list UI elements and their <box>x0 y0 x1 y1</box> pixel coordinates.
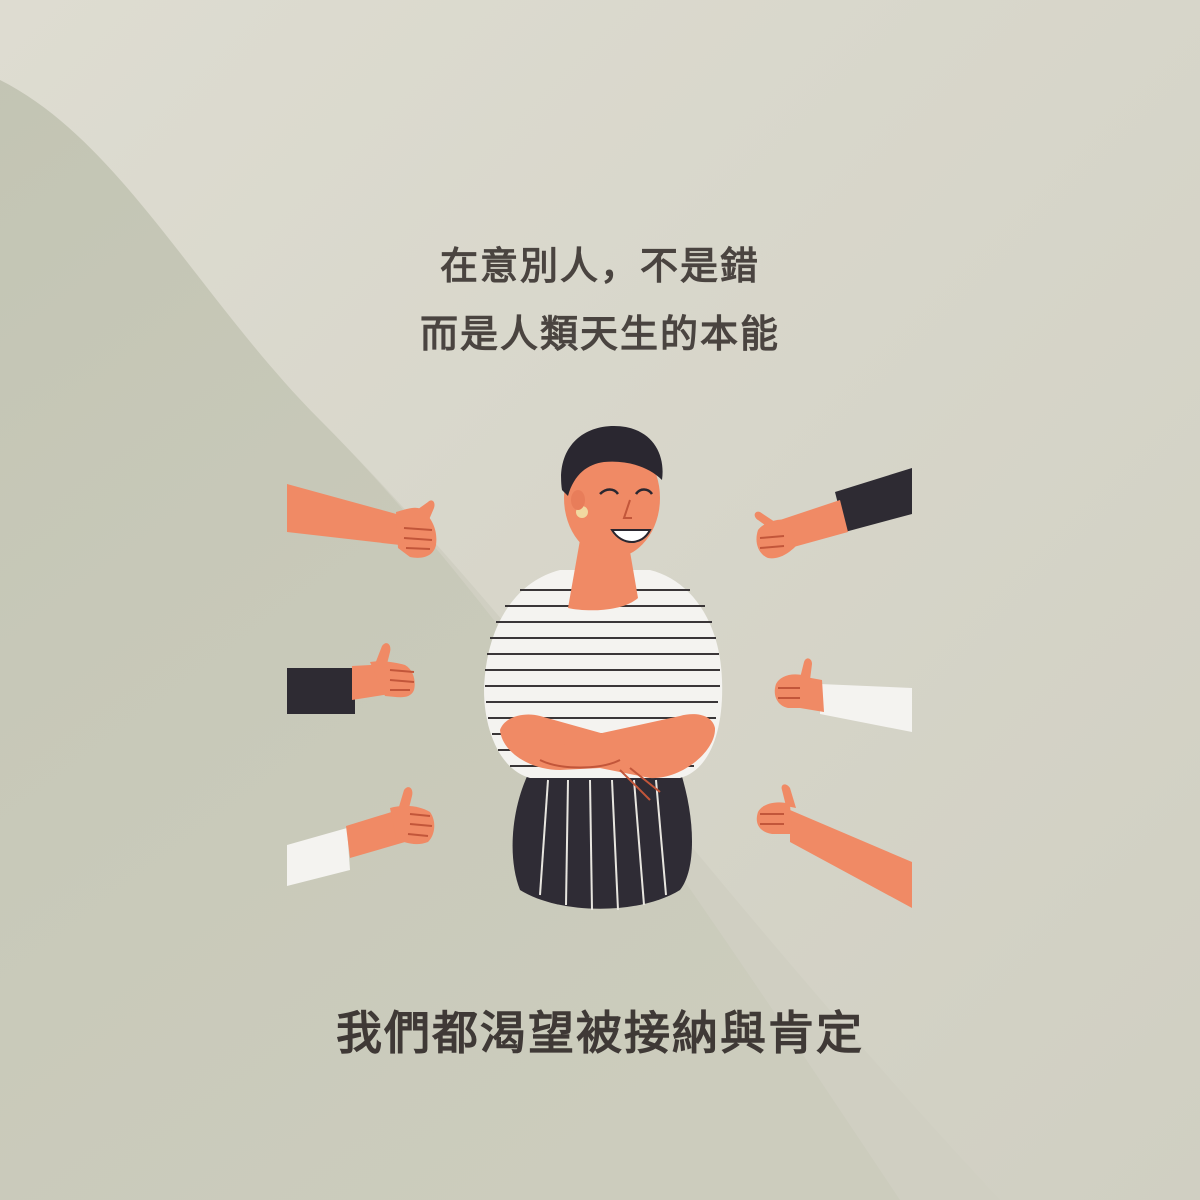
thumbs-up-hand-icon <box>756 784 912 908</box>
thumbs-up-hand-icon <box>754 468 912 559</box>
thumbs-up-hand-icon <box>287 643 415 714</box>
thumbs-up-hand-icon <box>287 787 435 886</box>
poster: 在意別人，不是錯 而是人類天生的本能 我們都渴望被接納與肯定 <box>0 0 1200 1200</box>
thumbs-up-hand-icon <box>774 658 912 732</box>
footer-text: 我們都渴望被接納與肯定 <box>336 1006 864 1060</box>
woman-smiling-icon <box>484 426 723 911</box>
thumbs-up-hand-icon <box>287 484 437 558</box>
